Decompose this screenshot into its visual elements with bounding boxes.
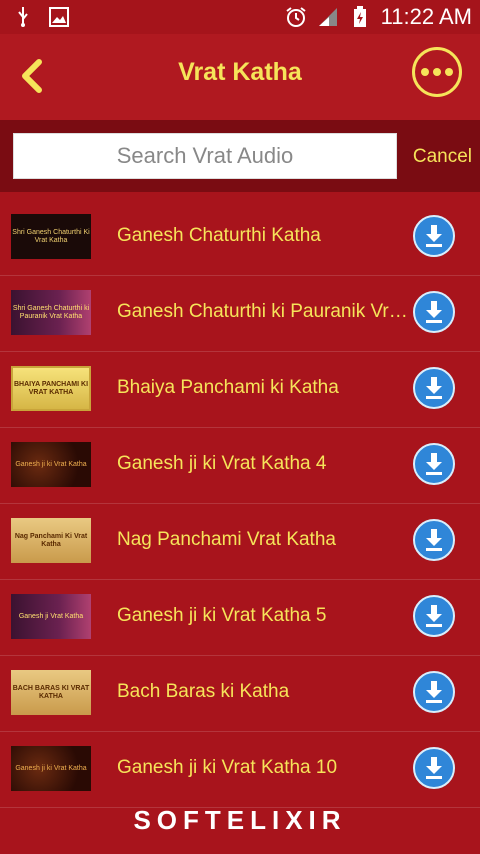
item-title: Ganesh Chaturthi ki Pauranik Vrat Katha — [117, 301, 412, 322]
download-icon — [426, 225, 442, 247]
download-icon — [426, 453, 442, 475]
download-icon — [426, 681, 442, 703]
download-button[interactable] — [413, 595, 455, 637]
item-title: Ganesh ji ki Vrat Katha 5 — [117, 605, 327, 626]
download-button[interactable] — [413, 747, 455, 789]
search-input[interactable] — [13, 133, 397, 179]
item-title: Nag Panchami Vrat Katha — [117, 529, 336, 550]
app-header: Vrat Katha — [0, 34, 480, 120]
brand-name: SOFTELIXIR — [133, 804, 347, 835]
battery-charging-icon — [349, 6, 371, 28]
list-item[interactable]: Nag Panchami Ki Vrat Katha Nag Panchami … — [0, 504, 480, 580]
thumbnail: Ganesh ji ki Vrat Katha — [11, 746, 91, 791]
usb-icon — [12, 6, 34, 28]
list-item[interactable]: Ganesh ji Vrat Katha Ganesh ji ki Vrat K… — [0, 580, 480, 656]
list-item[interactable]: Shri Ganesh Chaturthi Ki Vrat Katha Gane… — [0, 200, 480, 276]
download-icon — [426, 529, 442, 551]
item-title: Ganesh ji ki Vrat Katha 10 — [117, 757, 338, 778]
clock-time: 11:22 AM — [380, 4, 472, 29]
list-item[interactable]: Ganesh ji ki Vrat Katha Ganesh ji ki Vra… — [0, 428, 480, 504]
image-icon — [48, 6, 70, 28]
katha-list: Shri Ganesh Chaturthi Ki Vrat Katha Gane… — [0, 200, 480, 808]
download-icon — [426, 377, 442, 399]
more-dots-icon — [421, 68, 429, 76]
list-item[interactable]: BHAIYA PANCHAMI KI VRAT KATHA Bhaiya Pan… — [0, 352, 480, 428]
item-title: Ganesh Chaturthi Katha — [117, 225, 321, 246]
status-bar: 11:22 AM — [0, 0, 480, 34]
thumbnail: BHAIYA PANCHAMI KI VRAT KATHA — [11, 366, 91, 411]
download-icon — [426, 605, 442, 627]
download-button[interactable] — [413, 367, 455, 409]
signal-icon — [317, 6, 339, 28]
item-title: Bhaiya Panchami ki Katha — [117, 377, 339, 398]
list-item[interactable]: Ganesh ji ki Vrat Katha Ganesh ji ki Vra… — [0, 732, 480, 808]
thumbnail: Nag Panchami Ki Vrat Katha — [11, 518, 91, 563]
more-options-button[interactable] — [412, 47, 462, 97]
download-button[interactable] — [413, 443, 455, 485]
item-title: Ganesh ji ki Vrat Katha 4 — [117, 453, 327, 474]
list-item[interactable]: Shri Ganesh Chaturthi ki Pauranik Vrat K… — [0, 276, 480, 352]
thumbnail: Ganesh ji Vrat Katha — [11, 594, 91, 639]
download-icon — [426, 301, 442, 323]
alarm-icon — [285, 6, 307, 28]
search-bar: Cancel — [0, 120, 480, 192]
thumbnail: Shri Ganesh Chaturthi Ki Vrat Katha — [11, 214, 91, 259]
cancel-button[interactable]: Cancel — [413, 146, 472, 168]
list-item[interactable]: BACH BARAS KI VRAT KATHA Bach Baras ki K… — [0, 656, 480, 732]
download-button[interactable] — [413, 519, 455, 561]
download-button[interactable] — [413, 215, 455, 257]
thumbnail: BACH BARAS KI VRAT KATHA — [11, 670, 91, 715]
download-button[interactable] — [413, 291, 455, 333]
thumbnail: Shri Ganesh Chaturthi ki Pauranik Vrat K… — [11, 290, 91, 335]
download-button[interactable] — [413, 671, 455, 713]
download-icon — [426, 757, 442, 779]
thumbnail: Ganesh ji ki Vrat Katha — [11, 442, 91, 487]
page-title: Vrat Katha — [178, 58, 302, 86]
brand-logo: SOFTELIXIR — [0, 800, 480, 840]
item-title: Bach Baras ki Katha — [117, 681, 290, 702]
